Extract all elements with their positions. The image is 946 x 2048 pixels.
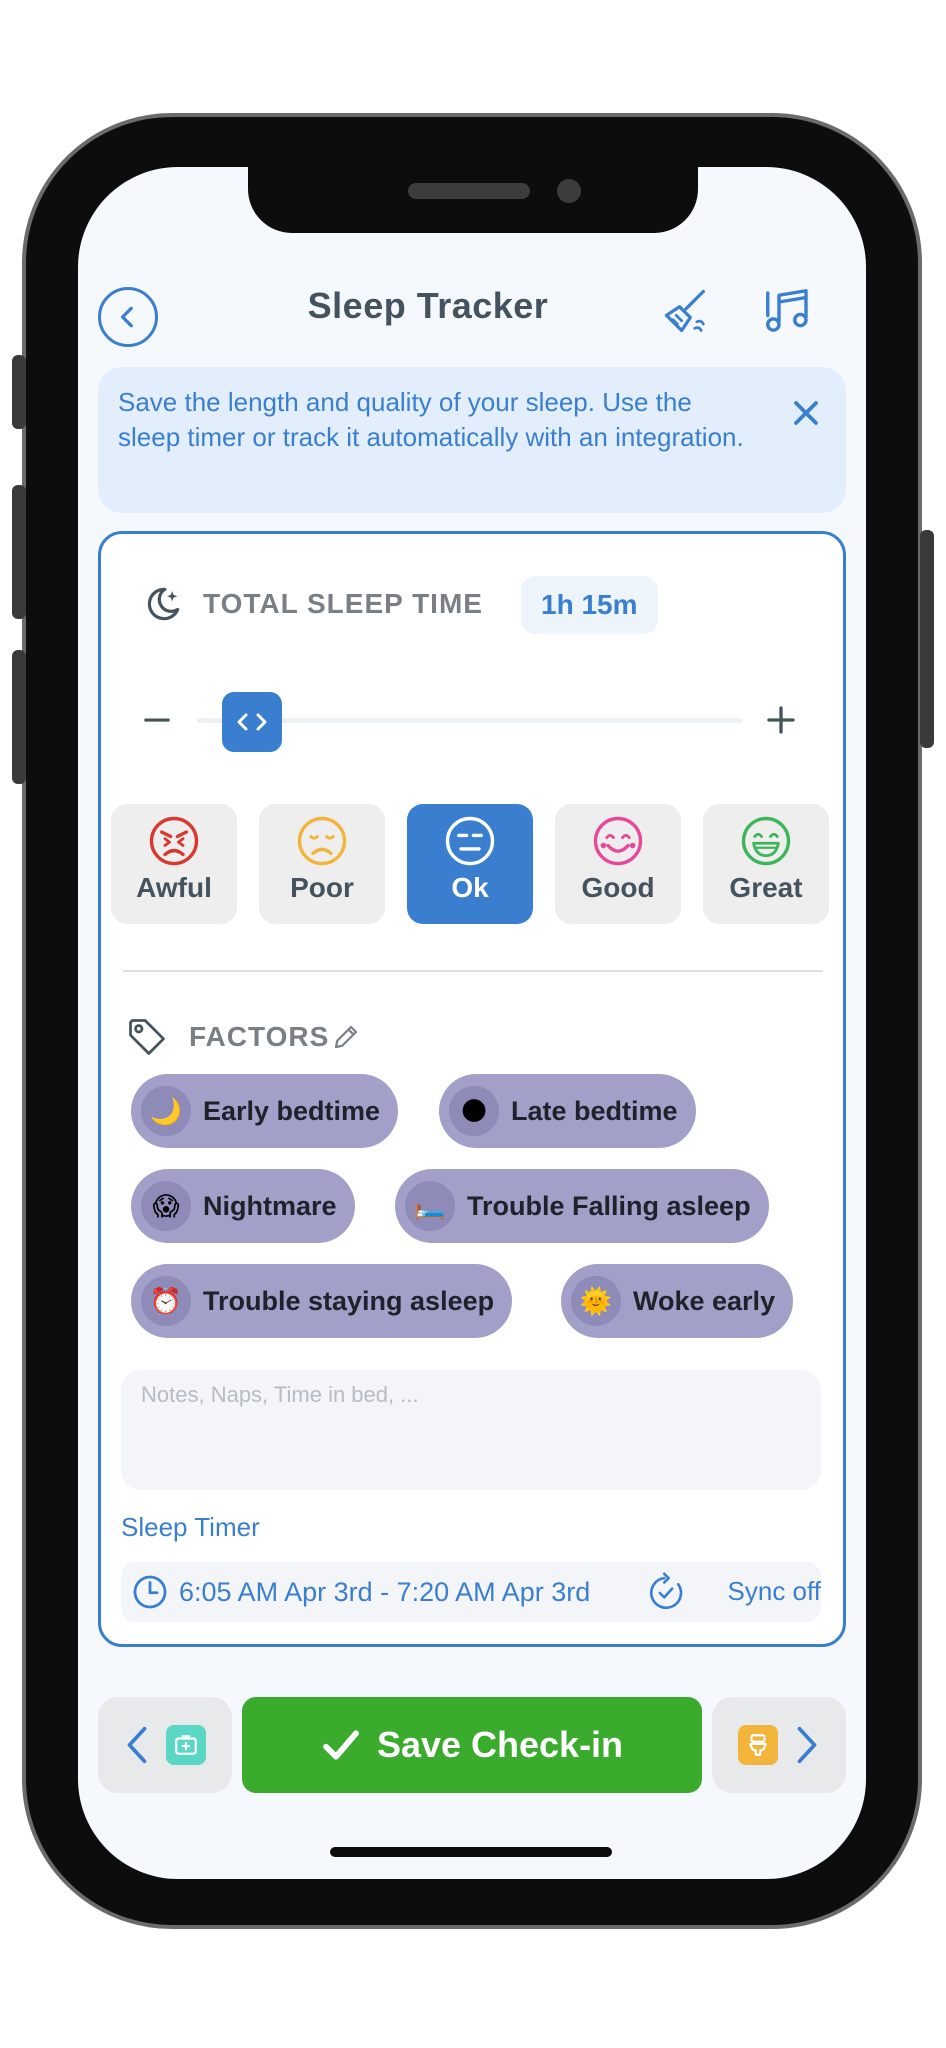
app-screen: Sleep Tracker Save the length and qualit… <box>78 167 866 1879</box>
plus-icon <box>767 706 795 734</box>
chip-label: Woke early <box>633 1285 776 1316</box>
mood-label: Poor <box>290 872 354 903</box>
chevron-left-icon <box>127 1726 147 1764</box>
banner-text: Save the length and quality of your slee… <box>118 387 744 452</box>
new-moon-emoji-icon: 🌑 <box>449 1086 499 1136</box>
drag-arrows-icon <box>237 713 267 731</box>
save-checkin-label: Save Check-in <box>376 1724 624 1765</box>
chevron-right-icon <box>797 1726 817 1764</box>
moon-stars-icon <box>147 587 180 621</box>
home-indicator <box>330 1847 612 1857</box>
next-tracker-button[interactable] <box>712 1697 846 1793</box>
toilet-icon <box>738 1725 778 1765</box>
grin-face-icon <box>741 816 791 866</box>
total-sleep-header: TOTAL SLEEP TIME <box>141 574 483 634</box>
mood-poor-button[interactable]: Poor <box>259 804 385 924</box>
decrease-button[interactable] <box>141 704 173 736</box>
mute-switch <box>12 355 26 429</box>
speaker <box>408 183 530 199</box>
sync-clock-icon[interactable] <box>645 1572 687 1614</box>
mood-label: Great <box>729 872 803 903</box>
broom-icon <box>664 289 705 333</box>
factor-chip-nightmare[interactable]: 😱 Nightmare <box>131 1169 355 1243</box>
mood-ok-button[interactable]: Ok <box>407 804 533 924</box>
sun-emoji-icon: 🌞 <box>571 1276 621 1326</box>
back-button[interactable] <box>98 287 158 347</box>
close-icon <box>794 401 818 425</box>
factor-chip-trouble-falling-asleep[interactable]: 🛏️ Trouble Falling asleep <box>395 1169 769 1243</box>
edit-factors-pencil-icon[interactable] <box>331 1022 361 1052</box>
section-divider <box>123 970 823 972</box>
chevron-left-icon <box>120 306 133 328</box>
sleep-timer-range: 6:05 AM Apr 3rd - 7:20 AM Apr 3rd <box>179 1576 591 1607</box>
power-button <box>920 530 934 748</box>
mood-great-button[interactable]: Great <box>703 804 829 924</box>
factor-chip-trouble-staying-asleep[interactable]: ⏰ Trouble staying asleep <box>131 1264 513 1338</box>
checkmark-icon <box>323 1730 359 1760</box>
sleep-timer-label[interactable]: Sleep Timer <box>121 1512 260 1543</box>
increase-button[interactable] <box>765 704 797 736</box>
minus-icon <box>144 718 170 722</box>
sleep-slider-thumb[interactable] <box>222 692 282 752</box>
smile-face-icon <box>593 816 643 866</box>
total-sleep-label: TOTAL SLEEP TIME <box>203 588 483 619</box>
banner-close-button[interactable] <box>786 393 826 433</box>
mood-selector: Awful Poor Ok Good Great <box>111 804 839 924</box>
factors-label: FACTORS <box>189 1021 330 1052</box>
bed-emoji-icon: 🛏️ <box>405 1181 455 1231</box>
chip-label: Early bedtime <box>203 1095 381 1126</box>
sleep-timer-row[interactable]: 6:05 AM Apr 3rd - 7:20 AM Apr 3rd Sync o… <box>121 1562 821 1622</box>
chip-label: Nightmare <box>203 1190 337 1221</box>
mood-label: Ok <box>451 872 489 903</box>
sad-face-icon <box>297 816 347 866</box>
mood-label: Awful <box>136 872 212 903</box>
info-banner: Save the length and quality of your slee… <box>98 367 846 513</box>
chip-label: Trouble staying asleep <box>203 1285 495 1316</box>
page-title: Sleep Tracker <box>307 285 549 326</box>
tag-icon <box>129 1019 165 1055</box>
notes-input[interactable] <box>121 1370 821 1490</box>
moon-emoji-icon: 🌙 <box>141 1086 191 1136</box>
sync-status[interactable]: Sync off <box>728 1576 821 1607</box>
factors-header: FACTORS <box>125 1012 361 1062</box>
factor-chip-late-bedtime[interactable]: 🌑 Late bedtime <box>439 1074 696 1148</box>
chip-label: Trouble Falling asleep <box>467 1190 751 1221</box>
alarm-clock-emoji-icon: ⏰ <box>141 1276 191 1326</box>
factor-chip-woke-early[interactable]: 🌞 Woke early <box>561 1264 794 1338</box>
mood-good-button[interactable]: Good <box>555 804 681 924</box>
volume-up-button <box>12 485 26 619</box>
clear-button[interactable] <box>656 281 716 341</box>
music-notes-icon <box>766 289 808 332</box>
volume-down-button <box>12 650 26 784</box>
total-sleep-value: 1h 15m <box>521 576 658 634</box>
neutral-face-icon <box>445 816 495 866</box>
scream-emoji-icon: 😱 <box>141 1181 191 1231</box>
notch <box>248 167 698 233</box>
factor-chip-early-bedtime[interactable]: 🌙 Early bedtime <box>131 1074 399 1148</box>
mood-label: Good <box>581 872 655 903</box>
angry-face-icon <box>149 816 199 866</box>
sleep-card: TOTAL SLEEP TIME 1h 15m Awful Poor Ok Go… <box>98 531 846 1647</box>
chip-label: Late bedtime <box>511 1095 678 1126</box>
clock-icon <box>133 1575 167 1609</box>
music-button[interactable] <box>758 281 818 341</box>
medical-kit-icon <box>166 1725 206 1765</box>
previous-tracker-button[interactable] <box>98 1697 232 1793</box>
camera <box>557 179 581 203</box>
mood-awful-button[interactable]: Awful <box>111 804 237 924</box>
save-checkin-button[interactable]: Save Check-in <box>242 1697 702 1793</box>
